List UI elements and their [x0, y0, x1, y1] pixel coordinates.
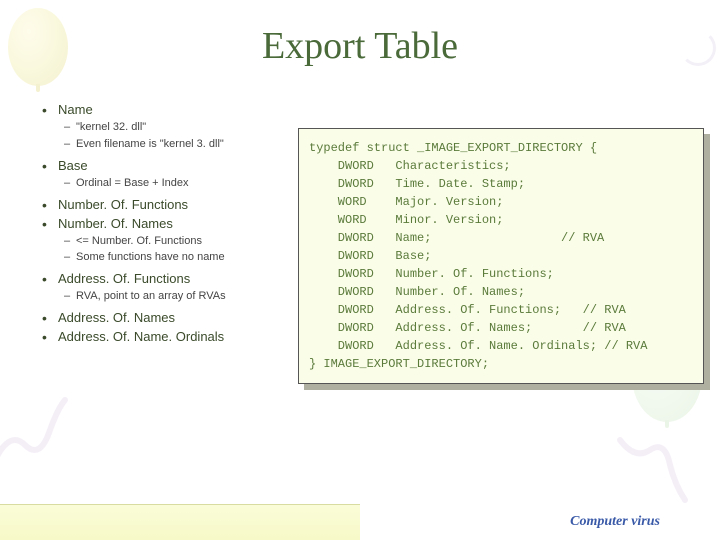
- footer: Computer virus: [0, 504, 720, 540]
- slide: Export Table Name "kernel 32. dll" Even …: [0, 0, 720, 540]
- bullet-list: Name "kernel 32. dll" Even filename is "…: [42, 102, 302, 344]
- sub-list: RVA, point to an array of RVAs: [58, 289, 302, 304]
- sub-item: Ordinal = Base + Index: [58, 176, 302, 191]
- code-content: typedef struct _IMAGE_EXPORT_DIRECTORY {…: [298, 128, 704, 384]
- bullet-content: Name "kernel 32. dll" Even filename is "…: [42, 102, 302, 348]
- bullet-item: Address. Of. Name. Ordinals: [42, 329, 302, 344]
- bullet-label: Name: [58, 102, 93, 117]
- sub-list: "kernel 32. dll" Even filename is "kerne…: [58, 120, 302, 152]
- streamer-icon: [610, 430, 690, 510]
- bullet-item: Base Ordinal = Base + Index: [42, 158, 302, 191]
- bullet-item: Address. Of. Names: [42, 310, 302, 325]
- bullet-item: Name "kernel 32. dll" Even filename is "…: [42, 102, 302, 152]
- slide-title: Export Table: [0, 24, 720, 68]
- sub-item: <= Number. Of. Functions: [58, 234, 302, 249]
- bullet-label: Number. Of. Names: [58, 216, 173, 231]
- code-box: typedef struct _IMAGE_EXPORT_DIRECTORY {…: [298, 128, 704, 384]
- streamer-icon: [0, 390, 70, 470]
- sub-item: Some functions have no name: [58, 250, 302, 265]
- sub-item: Even filename is "kernel 3. dll": [58, 137, 302, 152]
- sub-item: RVA, point to an array of RVAs: [58, 289, 302, 304]
- footer-text: Computer virus: [570, 514, 660, 530]
- sub-list: <= Number. Of. Functions Some functions …: [58, 234, 302, 266]
- bullet-label: Address. Of. Name. Ordinals: [58, 329, 224, 344]
- bullet-label: Address. Of. Functions: [58, 271, 190, 286]
- bullet-item: Address. Of. Functions RVA, point to an …: [42, 271, 302, 304]
- bullet-label: Address. Of. Names: [58, 310, 175, 325]
- bullet-item: Number. Of. Names <= Number. Of. Functio…: [42, 216, 302, 266]
- footer-left-bar: [0, 504, 360, 540]
- bullet-label: Number. Of. Functions: [58, 197, 188, 212]
- sub-list: Ordinal = Base + Index: [58, 176, 302, 191]
- bullet-label: Base: [58, 158, 88, 173]
- bullet-item: Number. Of. Functions: [42, 197, 302, 212]
- sub-item: "kernel 32. dll": [58, 120, 302, 135]
